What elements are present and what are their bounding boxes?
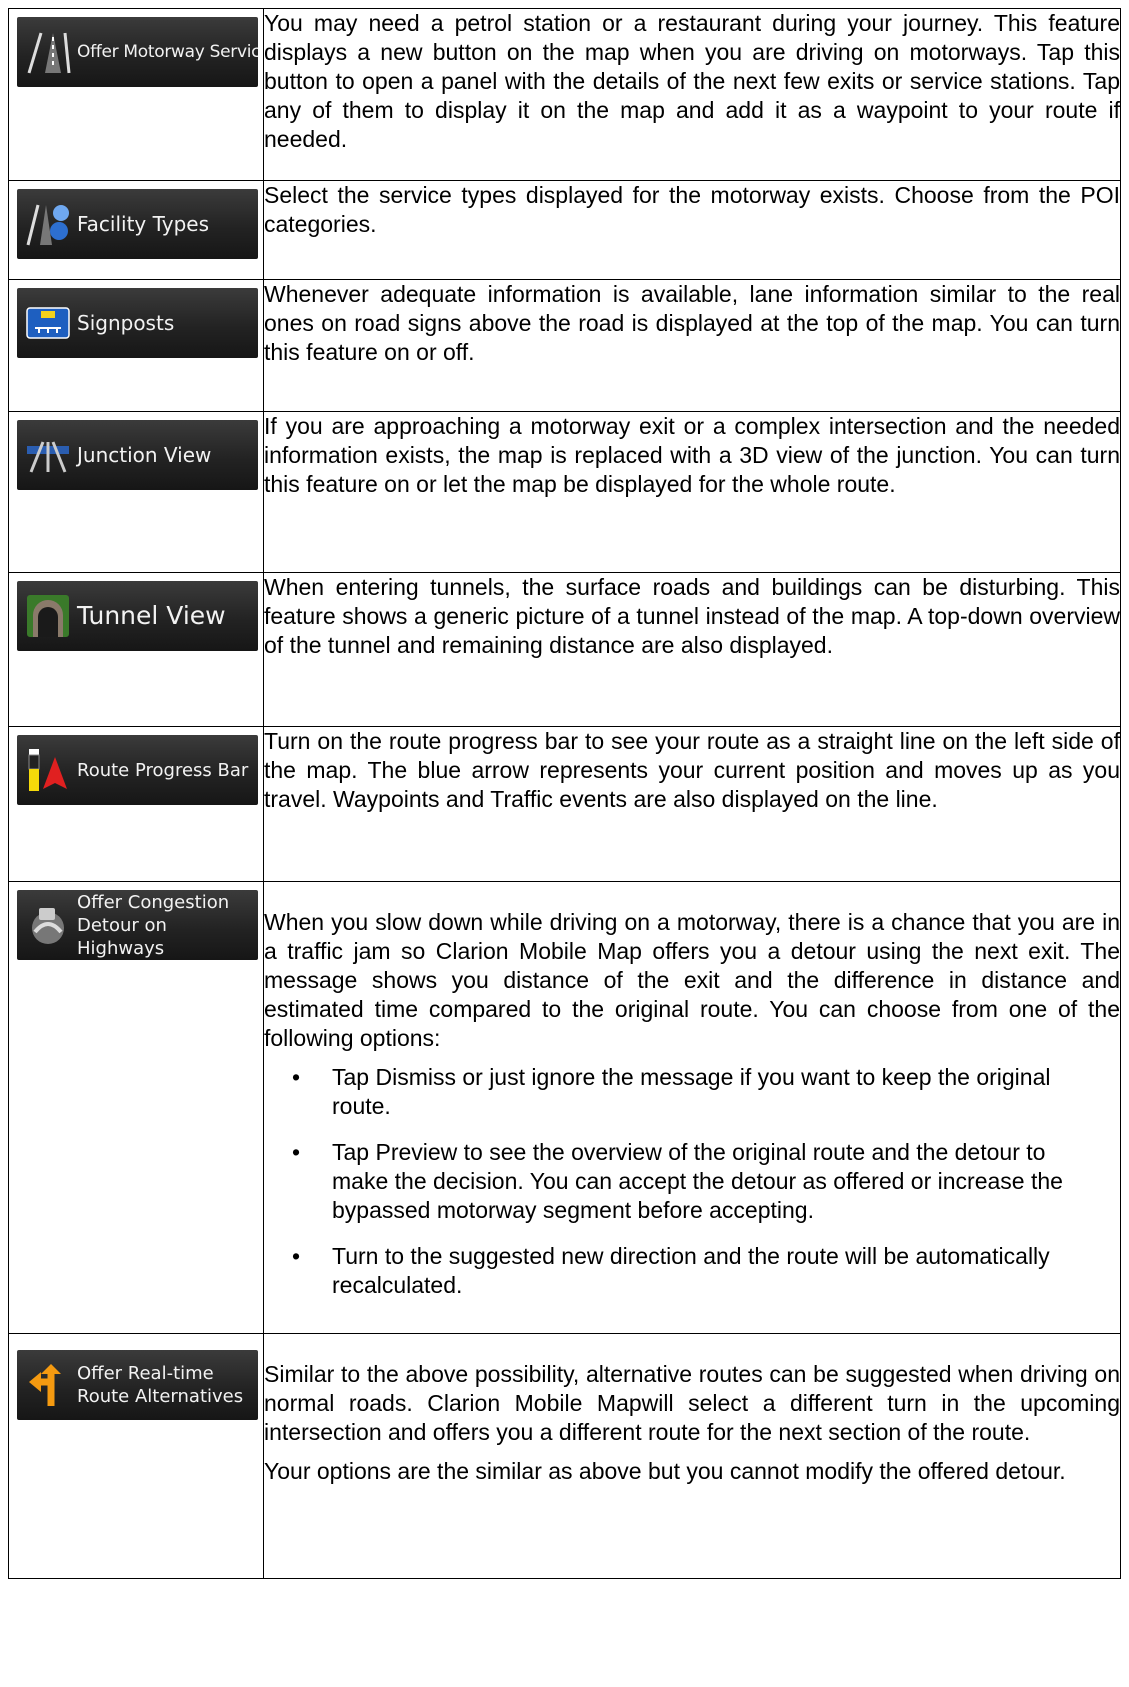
table-row: Junction View If you are approaching a m… [8, 411, 1121, 573]
route-progress-bar-button[interactable]: Route Progress Bar [17, 735, 258, 805]
options-list: Tap Dismiss or just ignore the message i… [264, 1063, 1120, 1300]
button-cell: Tunnel View [8, 572, 264, 727]
motorway-pins-icon [25, 201, 71, 247]
description: Turn on the route progress bar to see yo… [263, 726, 1121, 882]
button-label: Junction View [77, 443, 212, 467]
paragraph: Similar to the above possibility, altern… [264, 1361, 1120, 1445]
button-label: Route Progress Bar [77, 759, 249, 781]
button-label: Tunnel View [77, 601, 226, 630]
tunnel-icon [25, 593, 71, 639]
paragraph: Your options are the similar as above bu… [264, 1458, 1066, 1484]
progress-bar-icon [25, 747, 71, 793]
button-label: Facility Types [77, 212, 209, 236]
button-cell: Offer Motorway Services [8, 8, 264, 181]
table-row: Facility Types Select the service types … [8, 180, 1121, 280]
table-row: Offer Motorway Services You may need a p… [8, 8, 1121, 181]
signpost-icon [25, 300, 71, 346]
list-item: Tap Preview to see the overview of the o… [292, 1138, 1080, 1225]
button-cell: Junction View [8, 411, 264, 573]
button-cell: Route Progress Bar [8, 726, 264, 882]
settings-table: Offer Motorway Services You may need a p… [8, 8, 1121, 1579]
signposts-button[interactable]: Signposts [17, 288, 258, 358]
button-label: Offer Motorway Services [77, 41, 258, 62]
offer-motorway-services-button[interactable]: Offer Motorway Services [17, 17, 258, 87]
button-label: Offer Congestion Detour on Highways [77, 891, 230, 959]
facility-types-button[interactable]: Facility Types [17, 189, 258, 259]
description: When entering tunnels, the surface roads… [263, 572, 1121, 727]
button-cell: Offer Congestion Detour on Highways [8, 881, 264, 1334]
button-label: Signposts [77, 311, 175, 335]
description: When you slow down while driving on a mo… [263, 881, 1121, 1334]
list-item: Tap Dismiss or just ignore the message i… [292, 1063, 1080, 1121]
tunnel-view-button[interactable]: Tunnel View [17, 581, 258, 651]
junction-icon [25, 432, 71, 478]
table-row: Route Progress Bar Turn on the route pro… [8, 726, 1121, 882]
paragraph: When you slow down while driving on a mo… [264, 909, 1120, 1051]
table-row: Offer Congestion Detour on Highways When… [8, 881, 1121, 1334]
table-row: Offer Real-time Route Alternatives Simil… [8, 1333, 1121, 1579]
table-row: Tunnel View When entering tunnels, the s… [8, 572, 1121, 727]
motorway-road-icon [25, 29, 71, 75]
description: Select the service types displayed for t… [263, 180, 1121, 280]
description: Whenever adequate information is availab… [263, 279, 1121, 412]
table-row: Signposts Whenever adequate information … [8, 279, 1121, 412]
button-cell: Facility Types [8, 180, 264, 280]
button-cell: Signposts [8, 279, 264, 412]
description: Similar to the above possibility, altern… [263, 1333, 1121, 1579]
description: If you are approaching a motorway exit o… [263, 411, 1121, 573]
button-cell: Offer Real-time Route Alternatives [8, 1333, 264, 1579]
congestion-icon [25, 902, 71, 948]
description: You may need a petrol station or a resta… [263, 8, 1121, 181]
button-label: Offer Real-time Route Alternatives [77, 1363, 244, 1407]
junction-view-button[interactable]: Junction View [17, 420, 258, 490]
alternative-route-icon [25, 1362, 71, 1408]
offer-real-time-route-alternatives-button[interactable]: Offer Real-time Route Alternatives [17, 1350, 258, 1420]
offer-congestion-detour-button[interactable]: Offer Congestion Detour on Highways [17, 890, 258, 960]
list-item: Turn to the suggested new direction and … [292, 1242, 1080, 1300]
